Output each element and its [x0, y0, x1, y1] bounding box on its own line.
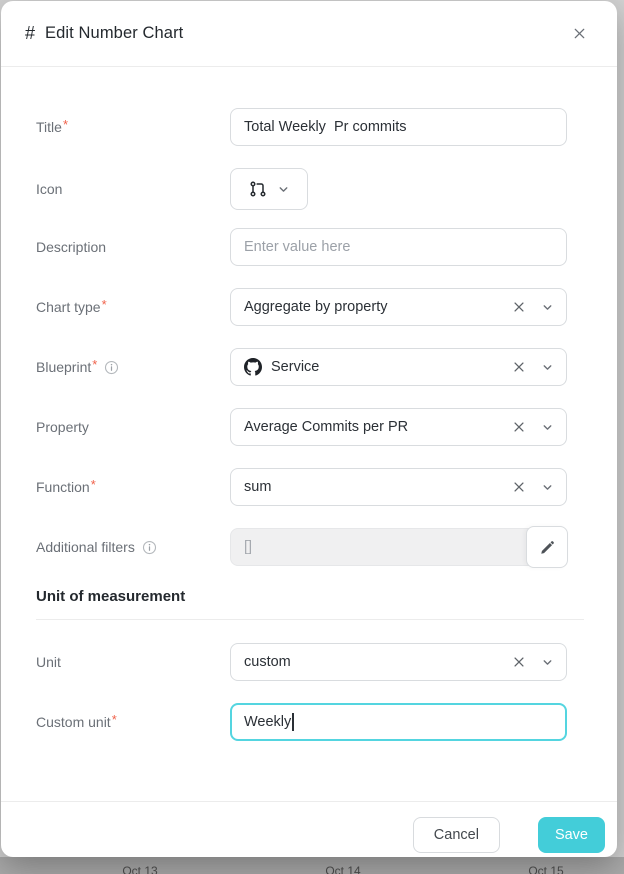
- chevron-down-icon: [277, 183, 290, 196]
- clear-icon[interactable]: [512, 300, 526, 314]
- section-heading-unit-of-measurement: Unit of measurement: [36, 588, 585, 605]
- unit-label: Unit: [36, 654, 230, 670]
- additional-filters-input: []: [230, 528, 567, 566]
- section-divider: [36, 619, 584, 620]
- unit-select[interactable]: custom: [230, 643, 567, 681]
- chart-type-select[interactable]: Aggregate by property: [230, 288, 567, 326]
- clear-icon[interactable]: [512, 655, 526, 669]
- field-row-title: Title*: [36, 108, 585, 146]
- icon-label: Icon: [36, 181, 230, 197]
- required-asterisk: *: [92, 357, 97, 372]
- clear-icon[interactable]: [512, 480, 526, 494]
- field-row-function: Function* sum: [36, 468, 585, 506]
- github-icon: [244, 358, 262, 376]
- axis-tick-label: Oct 14: [325, 864, 360, 874]
- required-asterisk: *: [102, 297, 107, 312]
- blueprint-value: Service: [271, 359, 319, 375]
- clear-icon[interactable]: [512, 360, 526, 374]
- function-label: Function*: [36, 479, 230, 495]
- pencil-icon: [539, 539, 556, 556]
- clear-icon[interactable]: [512, 420, 526, 434]
- axis-tick-label: Oct 15: [528, 864, 563, 874]
- blueprint-select[interactable]: Service: [230, 348, 567, 386]
- field-row-icon: Icon: [36, 168, 585, 210]
- field-row-blueprint: Blueprint* Service: [36, 348, 585, 386]
- chevron-down-icon[interactable]: [541, 656, 554, 669]
- field-row-additional-filters: Additional filters []: [36, 528, 585, 566]
- field-row-custom-unit: Custom unit* Weekly: [36, 703, 585, 741]
- required-asterisk: *: [91, 477, 96, 492]
- title-input[interactable]: [230, 108, 567, 146]
- chevron-down-icon[interactable]: [541, 361, 554, 374]
- info-icon[interactable]: [142, 540, 157, 555]
- property-value: Average Commits per PR: [244, 419, 512, 435]
- dialog-footer: Cancel Save: [1, 801, 617, 857]
- field-row-chart-type: Chart type* Aggregate by property: [36, 288, 585, 326]
- chevron-down-icon[interactable]: [541, 421, 554, 434]
- required-asterisk: *: [63, 117, 68, 132]
- axis-tick-label: Oct 13: [122, 864, 157, 874]
- blueprint-label: Blueprint*: [36, 359, 230, 375]
- background-chart-axis: Oct 13 Oct 14 Oct 15: [0, 857, 624, 874]
- property-select[interactable]: Average Commits per PR: [230, 408, 567, 446]
- chevron-down-icon[interactable]: [541, 481, 554, 494]
- additional-filters-label: Additional filters: [36, 539, 230, 555]
- text-cursor: [292, 713, 294, 731]
- close-icon: [572, 26, 587, 41]
- function-select[interactable]: sum: [230, 468, 567, 506]
- required-asterisk: *: [112, 712, 117, 727]
- icon-dropdown[interactable]: [230, 168, 308, 210]
- save-button[interactable]: Save: [538, 817, 605, 853]
- function-value: sum: [244, 479, 512, 495]
- dialog-header: # Edit Number Chart: [1, 1, 617, 67]
- field-row-property: Property Average Commits per PR: [36, 408, 585, 446]
- info-icon[interactable]: [104, 360, 119, 375]
- unit-value: custom: [244, 654, 512, 670]
- property-label: Property: [36, 419, 230, 435]
- chevron-down-icon[interactable]: [541, 301, 554, 314]
- hash-icon: #: [25, 23, 35, 44]
- title-label: Title*: [36, 119, 230, 135]
- close-button[interactable]: [567, 22, 591, 46]
- chart-type-label: Chart type*: [36, 299, 230, 315]
- custom-unit-label: Custom unit*: [36, 714, 230, 730]
- edit-filters-button[interactable]: [526, 526, 568, 568]
- edit-number-chart-dialog: # Edit Number Chart Title* Icon: [1, 1, 617, 857]
- git-pull-request-icon: [248, 179, 268, 199]
- field-row-description: Description: [36, 228, 585, 266]
- dialog-title: Edit Number Chart: [45, 24, 183, 43]
- custom-unit-input[interactable]: Weekly: [230, 703, 567, 741]
- chart-type-value: Aggregate by property: [244, 299, 512, 315]
- field-row-unit: Unit custom: [36, 643, 585, 681]
- description-label: Description: [36, 239, 230, 255]
- cancel-button[interactable]: Cancel: [413, 817, 500, 853]
- description-input[interactable]: [230, 228, 567, 266]
- dialog-body: Title* Icon: [1, 67, 617, 801]
